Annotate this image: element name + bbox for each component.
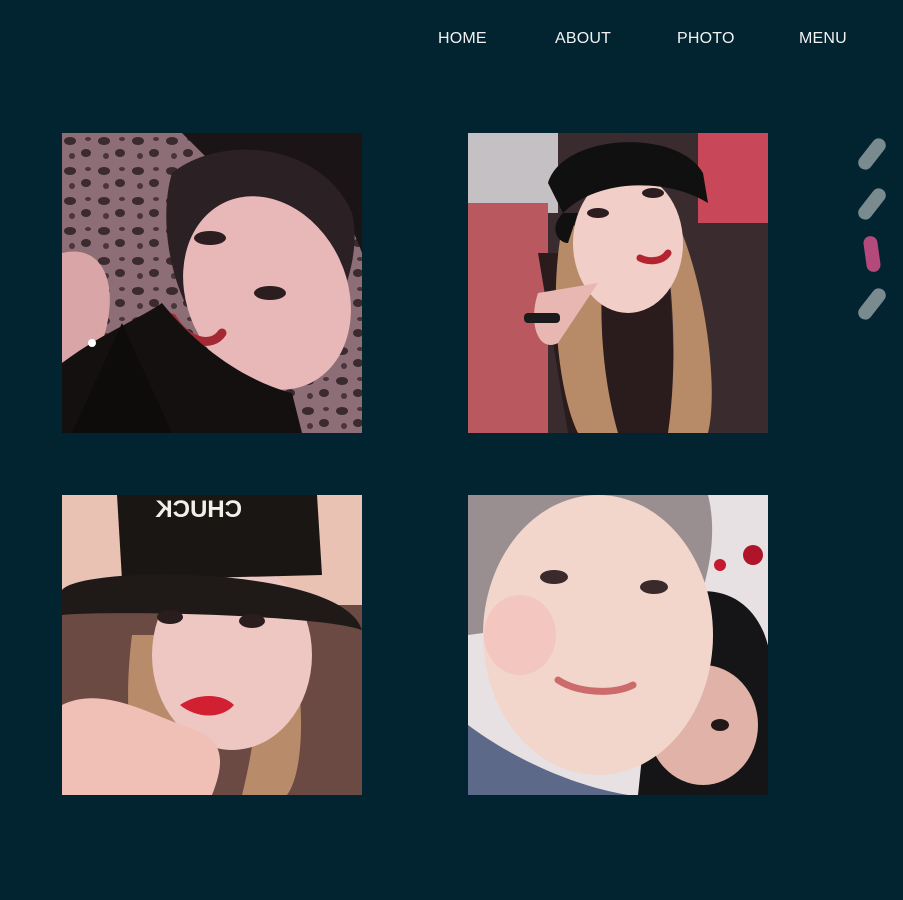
gallery-photo-1[interactable]: [62, 133, 362, 433]
hat-print-text: CHUCK: [155, 496, 242, 523]
gallery-photo-4[interactable]: [468, 495, 768, 795]
nav-home-link[interactable]: HOME: [438, 30, 487, 48]
pager-dot-3-active[interactable]: [862, 235, 882, 273]
top-nav: HOME ABOUT PHOTO MENU: [0, 30, 903, 52]
nav-menu-link[interactable]: MENU: [799, 30, 847, 48]
pager-dot-1[interactable]: [855, 135, 889, 173]
photo-2-image: [468, 133, 768, 433]
gallery-photo-3[interactable]: CHUCK: [62, 495, 362, 795]
pager-dot-2[interactable]: [855, 185, 889, 223]
gallery-pager: [852, 135, 892, 336]
pager-dot-4[interactable]: [855, 285, 889, 323]
nav-about-link[interactable]: ABOUT: [555, 30, 611, 48]
photo-4-image: [468, 495, 768, 795]
photo-3-image: CHUCK: [62, 495, 362, 795]
photo-1-image: [62, 133, 362, 433]
gallery-photo-2[interactable]: [468, 133, 768, 433]
nav-photo-link[interactable]: PHOTO: [677, 30, 735, 48]
